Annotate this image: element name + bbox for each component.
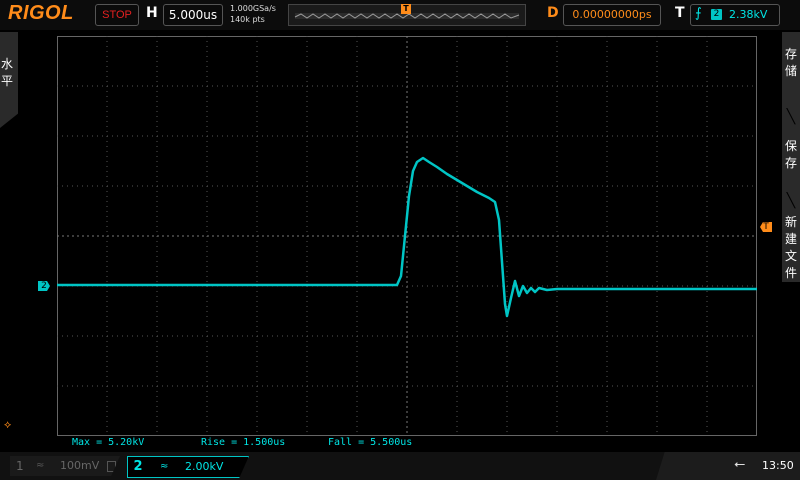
channel1-coupling-icon: ≈: [36, 460, 45, 471]
sample-rate: 1.000GSa/s: [230, 4, 276, 13]
channel2-offset-marker[interactable]: 2: [38, 281, 50, 291]
channel1-scale: 100mV: [60, 459, 100, 472]
brand-logo: RIGOL: [8, 2, 74, 24]
trigger-position-marker[interactable]: T: [401, 4, 411, 14]
channel2-scale: 2.00kV: [185, 460, 224, 473]
timebase-value: 5.000us: [168, 8, 218, 22]
softkey-save[interactable]: 保存: [782, 138, 800, 172]
measurement-max: Max = 5.20kV: [72, 437, 145, 448]
waveform-display[interactable]: [57, 36, 757, 436]
memory-overview-bar[interactable]: T: [288, 4, 526, 26]
trigger-level-value: 2.38kV: [729, 8, 768, 21]
softkey-storage[interactable]: 存储: [782, 46, 800, 80]
delay-control[interactable]: 0.00000000ps: [563, 4, 661, 26]
delay-value: 0.00000000ps: [572, 8, 652, 21]
horizontal-menu-label: 水平: [0, 57, 13, 88]
run-stop-status[interactable]: STOP: [95, 4, 139, 26]
divider-slash-icon: ╲: [786, 109, 796, 125]
right-softkey-menu: 存储 ╲ 保存 ╲ 新建文件: [782, 32, 800, 282]
measurement-rise: Rise = 1.500us: [201, 437, 286, 448]
trigger-level-marker[interactable]: T: [760, 222, 772, 232]
channel1-number: 1: [16, 459, 24, 473]
horizontal-label: H: [146, 5, 158, 21]
trigger-control[interactable]: ⨍ 2 2.38kV: [690, 4, 780, 26]
timebase-control[interactable]: 5.000us: [163, 4, 223, 26]
trigger-label: T: [675, 5, 685, 21]
trigger-offscreen-icon: ⟡: [4, 418, 12, 431]
usb-icon: ⭠: [734, 456, 746, 472]
delay-label: D: [547, 5, 559, 21]
acquisition-info: 1.000GSa/s 140k pts: [230, 3, 276, 25]
channel2-number: 2: [129, 458, 147, 476]
trigger-source-badge: 2: [711, 9, 722, 20]
memory-depth: 140k pts: [230, 15, 265, 24]
channel2-coupling-icon: ≈: [160, 461, 169, 472]
softkey-new-file[interactable]: 新建文件: [782, 214, 800, 282]
divider-slash-icon: ╲: [786, 193, 796, 209]
run-status-text: STOP: [102, 9, 132, 21]
rising-edge-icon: ⨍: [695, 6, 702, 21]
measurement-fall: Fall = 5.500us: [328, 437, 413, 448]
system-clock: 13:50: [762, 459, 794, 472]
channel2-settings[interactable]: 2 ≈ 2.00kV: [127, 456, 249, 478]
channel1-settings[interactable]: 1 ≈ 100mV: [10, 456, 120, 476]
graticule: [57, 36, 757, 436]
horizontal-menu-tab[interactable]: 水平: [0, 32, 18, 128]
